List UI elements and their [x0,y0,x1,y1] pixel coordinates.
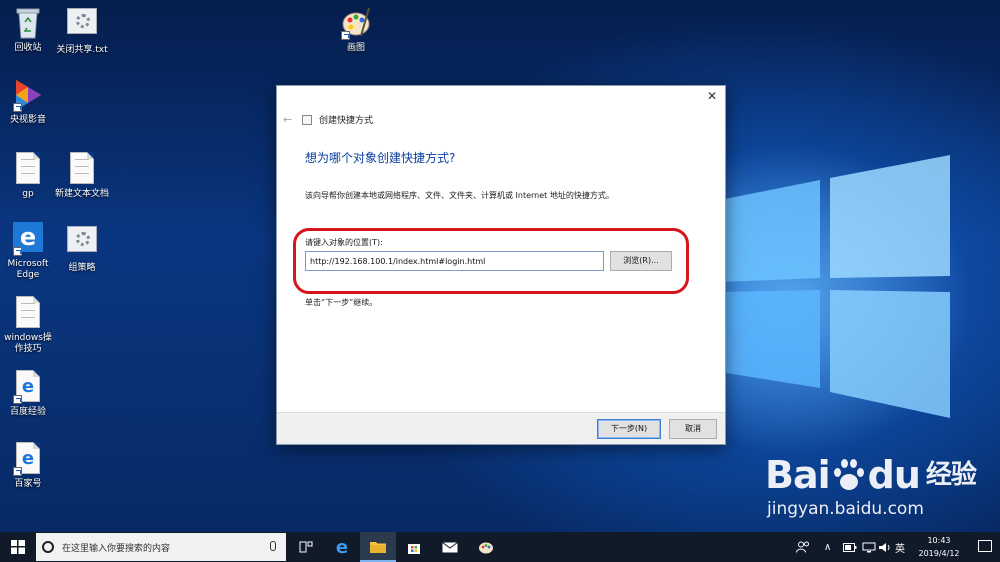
location-label: 请键入对象的位置(T): [305,238,383,247]
settings-file-icon [67,8,97,42]
shortcut-arrow-icon [341,31,350,40]
watermark-url: jingyan.baidu.com [767,499,924,519]
cancel-button[interactable]: 取消 [669,419,717,439]
desktop-icon-microsoft-edge[interactable]: e Microsoft Edge [0,222,56,281]
desktop-icon-label: 央视影音 [9,115,46,125]
desktop-icon-label: gp [22,189,34,199]
desktop-icon-new-text-doc[interactable]: 新建文本文档 [54,152,110,200]
people-icon[interactable] [796,532,810,562]
ie-icon: e [13,442,43,476]
desktop-icon-label: windows操作技巧 [4,333,52,354]
video-player-icon [13,78,43,112]
watermark-logo-cn: 经验 [925,460,977,490]
edge-icon[interactable]: e [324,532,360,562]
clock-date: 2019/4/12 [918,549,960,558]
battery-icon[interactable] [843,532,857,562]
system-clock[interactable]: 10:43 2019/4/12 [908,534,970,560]
document-icon [13,296,43,330]
shortcut-arrow-icon [13,247,22,256]
dialog-heading: 想为哪个对象创建快捷方式? [305,151,456,165]
desktop-icon-recycle-bin[interactable]: 回收站 [0,6,56,54]
shortcut-arrow-icon [13,103,22,112]
cortana-icon [42,541,54,553]
watermark-logo-right: du [867,453,921,497]
next-button[interactable]: 下一步(N) [597,419,661,439]
location-input[interactable] [305,251,604,271]
file-explorer-icon[interactable] [360,532,396,562]
shortcut-arrow-icon [13,467,22,476]
desktop-icon-close-share-txt[interactable]: 关闭共享.txt [54,8,110,56]
desktop-icon-label: 百家号 [14,479,42,489]
desktop-icon-label: 画图 [346,43,365,53]
mail-icon[interactable] [432,532,468,562]
desktop-icon-label: Microsoft Edge [7,259,49,280]
settings-file-icon [67,226,97,260]
network-icon[interactable] [862,532,876,562]
windows-wallpaper-logo [720,155,950,418]
baidu-watermark: Bai du 经验 jingyan.baidu.com [765,453,977,519]
task-view-icon[interactable] [288,532,324,562]
baidu-logo: Bai du 经验 [765,453,977,497]
browse-button[interactable]: 浏览(R)... [610,251,672,271]
dialog-description: 该向导帮你创建本地或网络程序、文件、文件夹、计算机或 Internet 地址的快… [305,191,614,200]
desktop-icon-cctv-video[interactable]: 央视影音 [0,78,56,126]
start-button[interactable] [0,532,36,562]
desktop-icon-baidu-jingyan[interactable]: e 百度经验 [0,370,56,418]
desktop-icon-baijiahao[interactable]: e 百家号 [0,442,56,490]
volume-icon[interactable] [878,532,892,562]
desktop-icon-label: 新建文本文档 [54,189,109,199]
desktop-icon-label: 回收站 [14,43,42,53]
baidu-paw-icon [832,458,866,492]
watermark-logo-left: Bai [765,453,831,497]
clock-time: 10:43 [927,536,951,545]
back-arrow-icon[interactable]: ← [283,113,292,126]
dialog-title: 创建快捷方式 [319,116,374,126]
desktop-icon-label: 组策略 [68,263,96,273]
desktop-icon-group-policy[interactable]: 组策略 [54,226,110,274]
input-method-indicator[interactable]: 英 [895,532,905,562]
shortcut-icon [302,115,312,125]
dialog-footer: 下一步(N) 取消 [277,412,725,444]
chevron-up-icon[interactable]: ∧ [824,532,831,562]
ie-icon: e [13,370,43,404]
search-placeholder: 在这里输入你要搜索的内容 [62,543,171,554]
taskbar-search-box[interactable]: 在这里输入你要搜索的内容 [36,533,286,561]
desktop-icon-gp[interactable]: gp [0,152,56,200]
paint-icon[interactable] [468,532,504,562]
paint-icon [341,6,371,40]
continue-hint: 单击“下一步”继续。 [305,298,378,307]
create-shortcut-dialog: ✕ ← 创建快捷方式 想为哪个对象创建快捷方式? 该向导帮你创建本地或网络程序、… [276,85,726,445]
taskbar: 在这里输入你要搜索的内容 e ∧ 英 10:43 2019/4/12 [0,532,1000,562]
desktop-icon-label: 关闭共享.txt [56,45,108,55]
microphone-icon[interactable] [270,541,276,551]
windows-start-icon [11,540,25,554]
recycle-bin-icon [13,6,43,40]
shortcut-arrow-icon [13,395,22,404]
document-icon [13,152,43,186]
desktop-icon-windows-tips[interactable]: windows操作技巧 [0,296,56,355]
document-icon [67,152,97,186]
edge-icon: e [13,222,43,256]
desktop-icon-label: 百度经验 [9,407,46,417]
store-icon[interactable] [396,532,432,562]
notification-icon[interactable] [978,540,992,552]
desktop-icon-paint[interactable]: 画图 [328,6,384,54]
close-button[interactable]: ✕ [705,89,719,103]
